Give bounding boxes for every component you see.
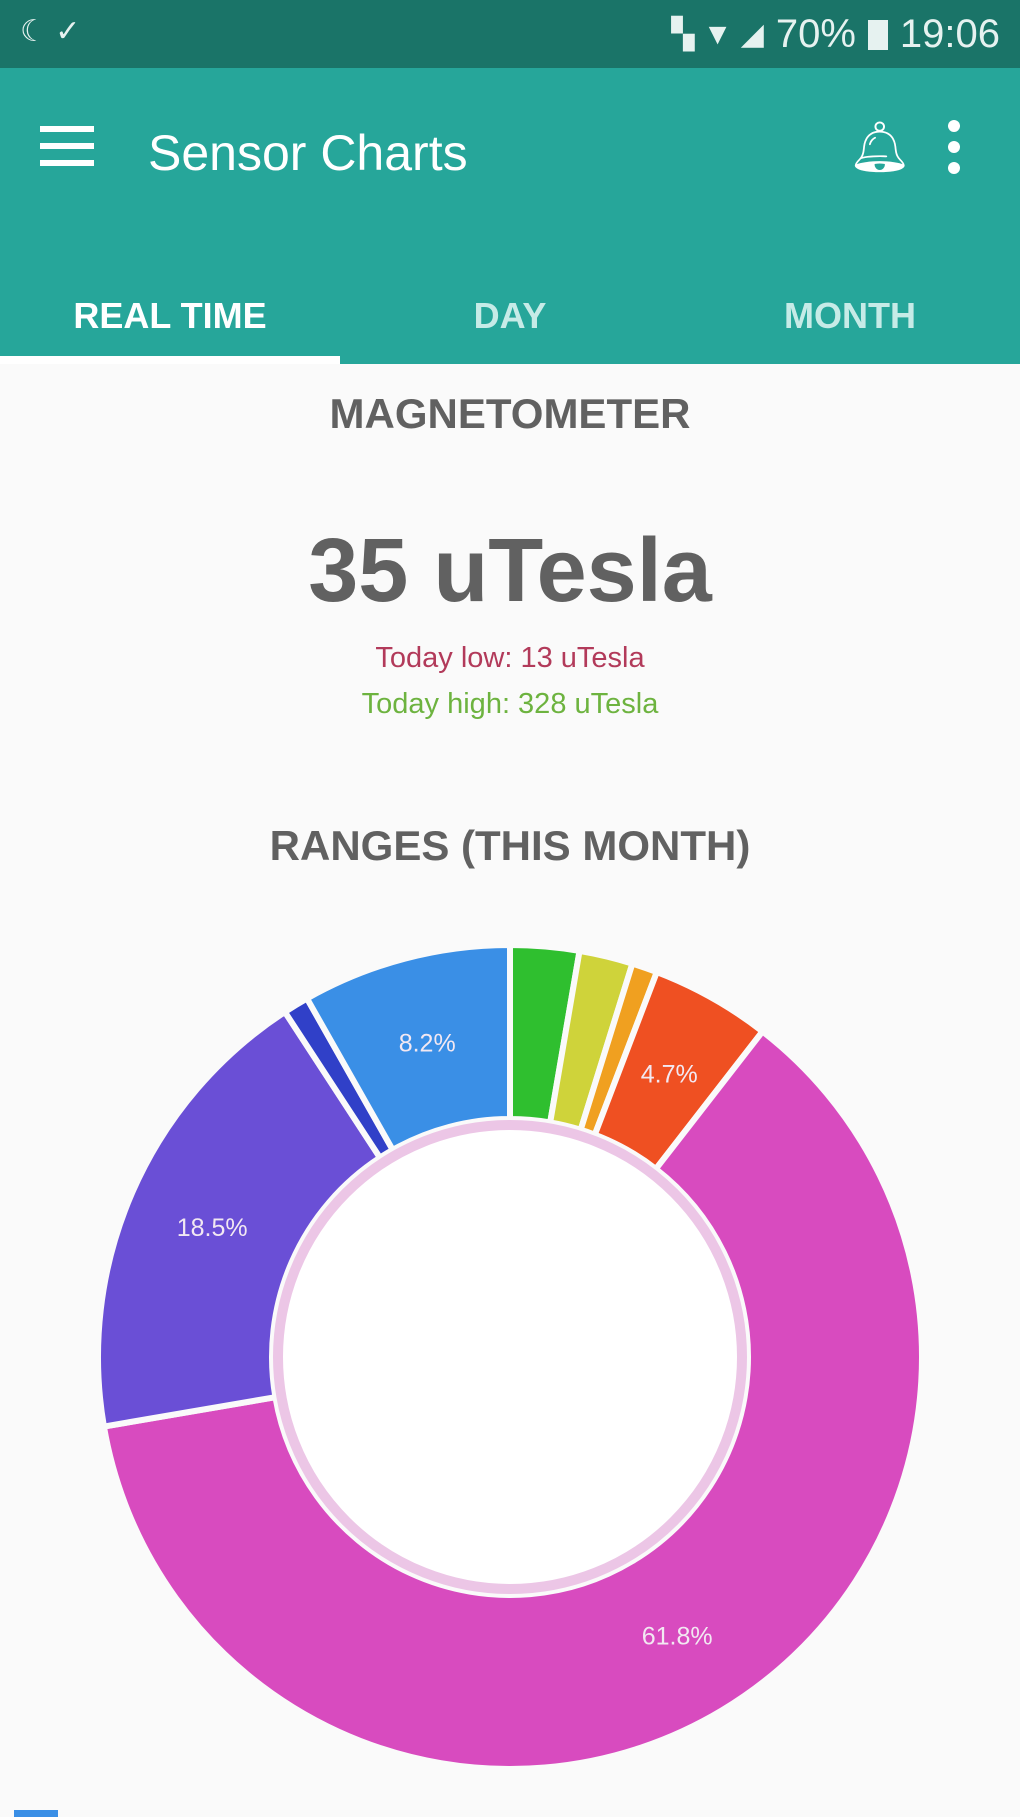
- legend-swatch: [14, 1810, 58, 1817]
- clock: 19:06: [899, 12, 1000, 56]
- app-bar: Sensor Charts 🔔︎ REAL TIME DAY MONTH: [0, 68, 1020, 364]
- battery-icon: [867, 19, 888, 50]
- today-high: Today high: 328 uTesla: [361, 688, 659, 720]
- ranges-donut-chart: 4.7% 61.8% 18.5% 8.2%: [95, 941, 925, 1772]
- more-vert-icon[interactable]: [944, 120, 964, 183]
- status-bar: ☾ ✓ ▚ ▼ ◢ 70% 19:06: [0, 0, 1020, 68]
- tab-real-time[interactable]: REAL TIME: [0, 268, 340, 364]
- slice-label: 18.5%: [177, 1214, 248, 1242]
- battery-percent: 70%: [775, 12, 856, 56]
- sensor-name: MAGNETOMETER: [329, 390, 691, 437]
- tab-day[interactable]: DAY: [340, 268, 680, 364]
- tab-month[interactable]: MONTH: [680, 268, 1020, 364]
- donut-hole: [273, 1120, 747, 1594]
- bell-icon[interactable]: 🔔︎: [848, 118, 911, 177]
- today-low: Today low: 13 uTesla: [375, 642, 645, 674]
- slice-label: 4.7%: [641, 1061, 698, 1089]
- slice-label: 8.2%: [399, 1030, 456, 1058]
- tab-indicator: [0, 356, 340, 364]
- ranges-title: RANGES (THIS MONTH): [269, 822, 751, 869]
- menu-icon[interactable]: [40, 126, 94, 166]
- sensor-value: 35 uTesla: [308, 521, 712, 621]
- slice-label: 61.8%: [642, 1623, 713, 1651]
- moon-icon: ☾ ✓: [20, 15, 81, 48]
- signal-icon: ▚ ▼ ◢: [671, 18, 764, 51]
- app-title: Sensor Charts: [148, 125, 468, 181]
